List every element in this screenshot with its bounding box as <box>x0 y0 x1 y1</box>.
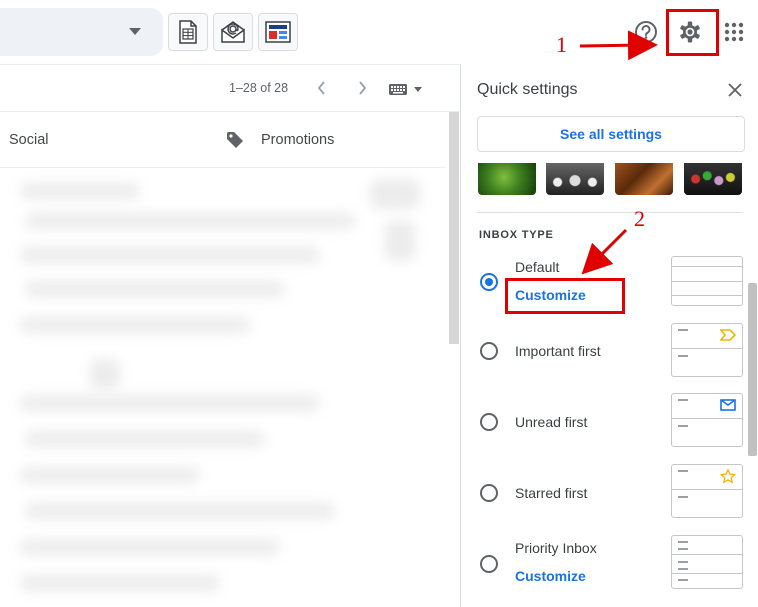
arrow-to-settings <box>579 30 658 61</box>
arrow-to-customize <box>581 228 628 275</box>
annotation-arrows <box>579 30 658 275</box>
